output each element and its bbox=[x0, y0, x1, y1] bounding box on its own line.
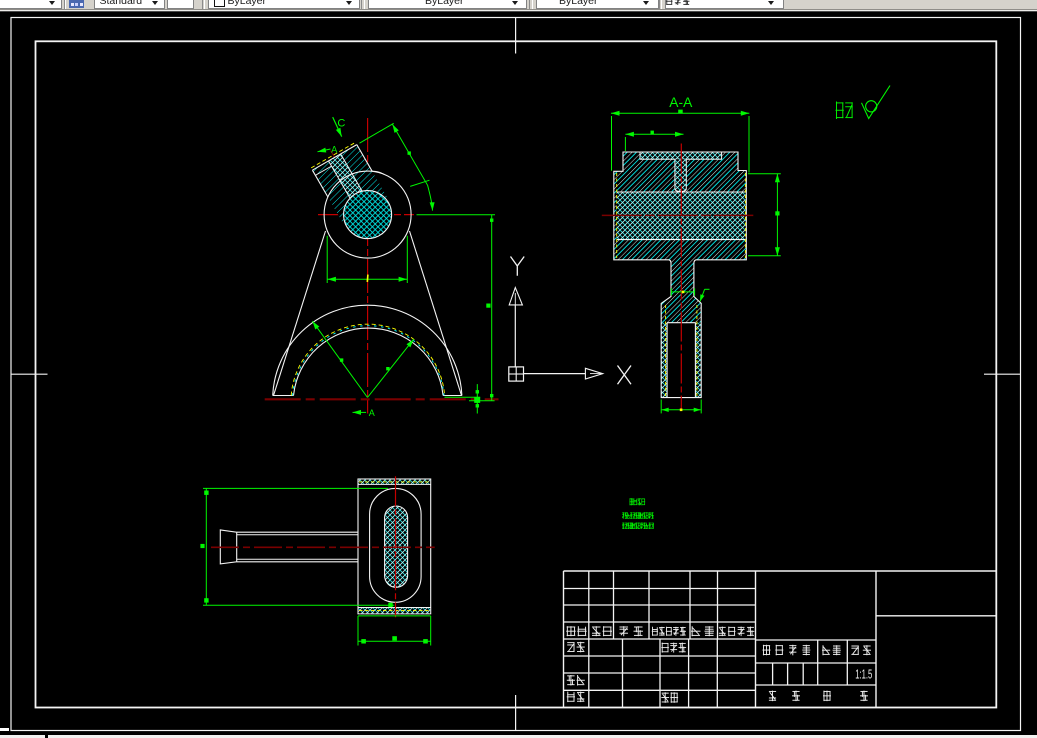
svg-text:A: A bbox=[331, 145, 337, 155]
svg-text:C: C bbox=[337, 117, 345, 129]
svg-text:A-A: A-A bbox=[669, 95, 692, 110]
svg-text:1:1.5: 1:1.5 bbox=[855, 666, 872, 681]
svg-text:A: A bbox=[369, 408, 375, 418]
